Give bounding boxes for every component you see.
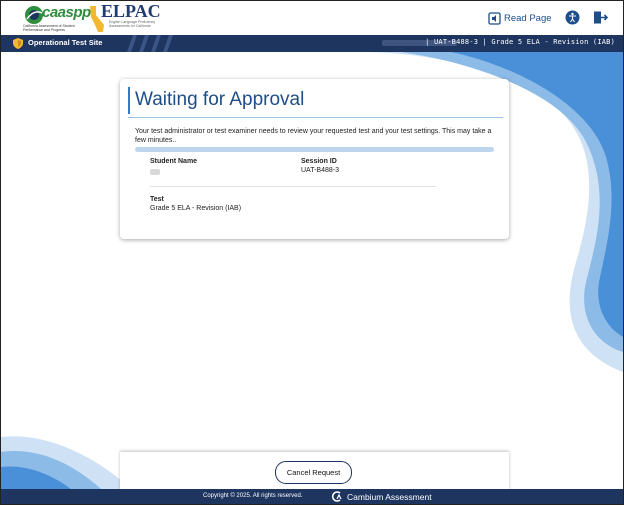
session-info: | UAT-B488-3 | Grade 5 ELA - Revision (I… [425,38,615,46]
site-label: Operational Test Site [28,38,103,47]
shield-icon [13,38,23,49]
speaker-page-icon [488,11,501,25]
logout-icon[interactable] [593,10,608,25]
cancel-request-button[interactable]: Cancel Request [275,461,352,484]
top-header: caaspp California Assessment of Student … [1,1,623,35]
page-footer: Copyright © 2025. All rights reserved. C… [1,489,623,504]
title-divider [128,117,503,118]
test-label: Test [150,196,164,203]
student-name-label: Student Name [150,158,198,165]
approval-card: Waiting for Approval Your test administr… [120,79,509,239]
session-id-label: Session ID [301,158,337,165]
caaspp-subtitle: California Assessment of Student Perform… [23,24,75,32]
site-navbar: Operational Test Site | UAT-B488-3 | Gra… [1,35,623,52]
approval-message: Your test administrator or test examiner… [135,128,492,144]
cambium-logo: Cambium Assessment [331,491,432,502]
elpac-subtitle: English Language Proficiency Assessments… [109,20,156,28]
progress-bar [135,147,494,152]
caaspp-wordmark: caaspp [42,4,91,21]
read-page-button[interactable]: Read Page [488,10,552,26]
copyright-text: Copyright © 2025. All rights reserved. [203,493,303,499]
read-page-label: Read Page [504,12,552,24]
cambium-brand: Cambium Assessment [347,491,432,502]
info-divider [150,186,436,187]
action-panel: Cancel Request [120,452,509,492]
navbar-stripes [127,35,173,52]
session-id-value: UAT-B488-3 [301,167,339,174]
app-frame: caaspp California Assessment of Student … [0,0,624,505]
caaspp-logo: caaspp California Assessment of Student … [23,4,91,34]
cambium-logo-icon [331,491,342,502]
elpac-wordmark: ELPAC [101,1,161,21]
elpac-logo: ELPAC English Language Proficiency Asses… [87,1,167,33]
accessibility-icon[interactable] [565,10,580,25]
student-name-value [150,169,160,175]
page-title: Waiting for Approval [135,89,305,110]
title-accent [128,87,130,114]
test-value: Grade 5 ELA - Revision (IAB) [150,205,242,212]
